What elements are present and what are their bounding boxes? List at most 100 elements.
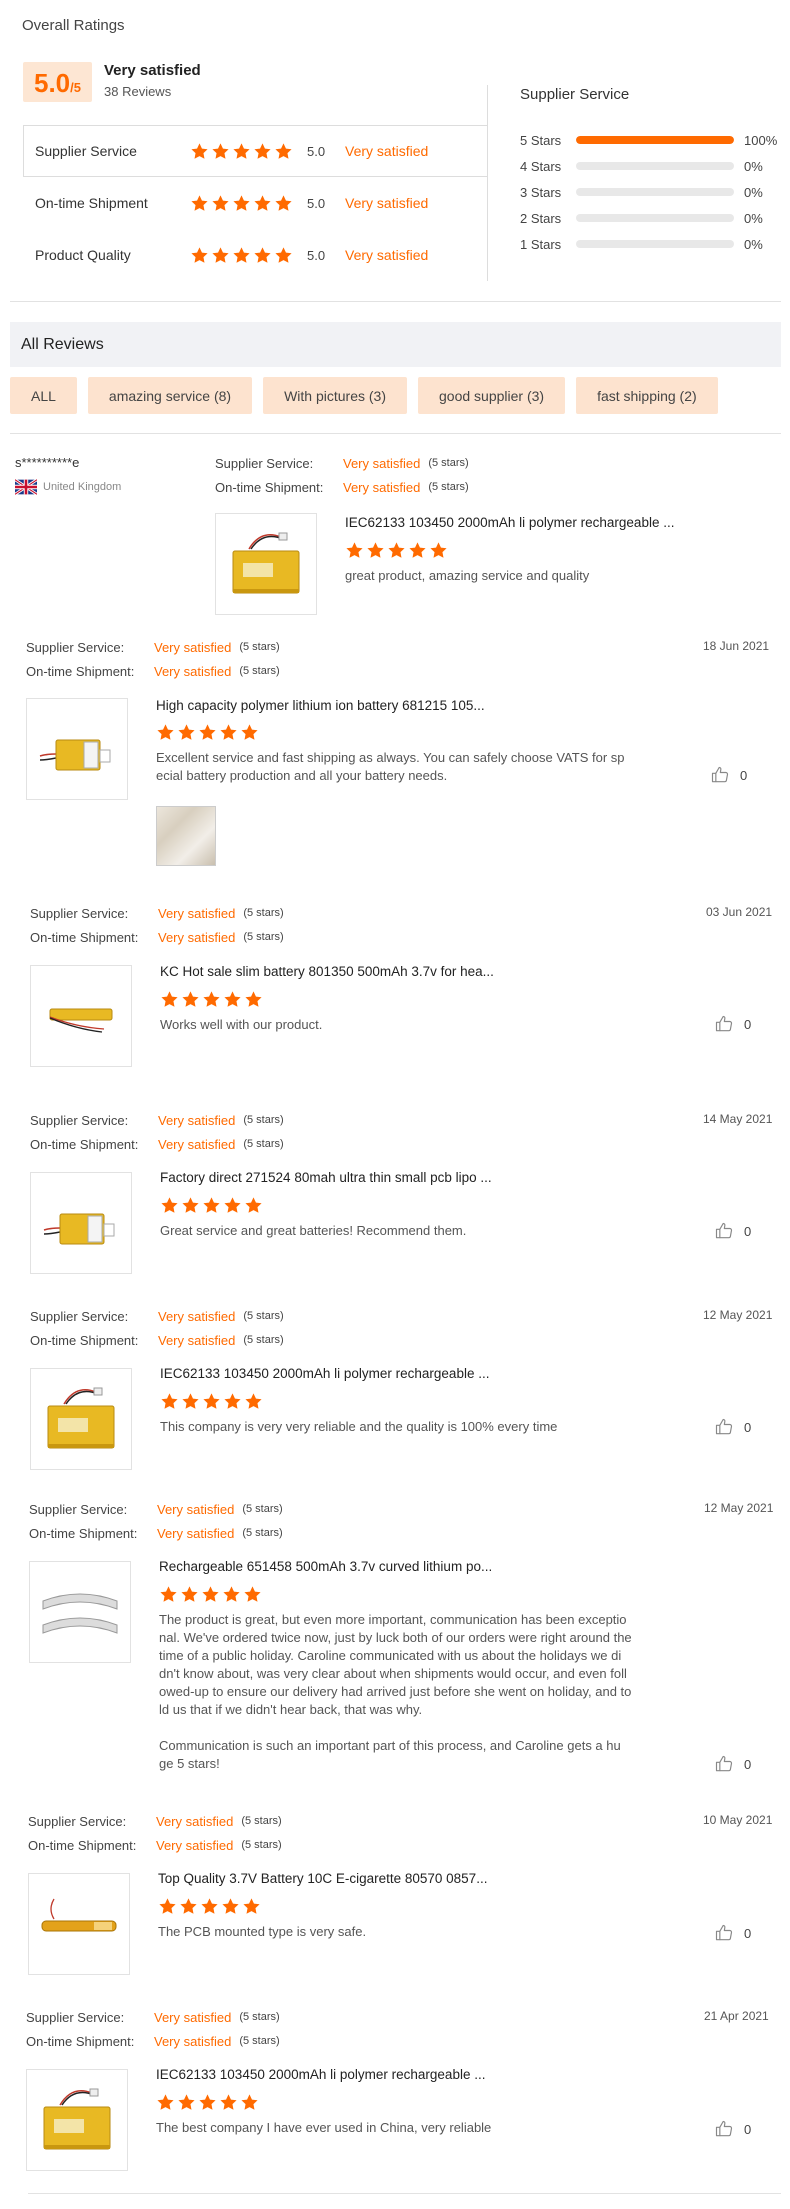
ontime-shipment-label: On-time Shipment: xyxy=(30,1136,139,1152)
review-date: 12 May 2021 xyxy=(704,1501,774,1515)
star-icon xyxy=(198,2093,217,2112)
uk-flag-icon xyxy=(15,479,37,496)
product-title-link[interactable]: Top Quality 3.7V Battery 10C E-cigarette… xyxy=(158,1871,487,1886)
product-title-link[interactable]: IEC62133 103450 2000mAh li polymer recha… xyxy=(160,1366,489,1381)
ontime-shipment-stars: (5 stars) xyxy=(242,1527,283,1539)
review-text-line: dn't know about, was very clear about wh… xyxy=(159,1666,627,1681)
like-button[interactable]: 0 xyxy=(714,1754,751,1774)
review-ratings: Supplier Service: Very satisfied (5 stars)… xyxy=(30,901,284,949)
like-button[interactable]: 0 xyxy=(714,1014,751,1034)
rating-row-ontime-shipment[interactable]: On-time Shipment 5.0 Very satisfied xyxy=(23,177,487,229)
review-date: 18 Jun 2021 xyxy=(703,639,770,653)
supplier-service-value: Very satisfied xyxy=(158,1308,236,1324)
product-thumbnail[interactable] xyxy=(26,2069,128,2171)
star-bar-percent: 0% xyxy=(744,210,763,226)
supplier-service-label: Supplier Service: xyxy=(215,455,314,471)
supplier-service-stars: (5 stars) xyxy=(239,641,280,653)
product-thumbnail[interactable] xyxy=(28,1873,130,1975)
product-thumbnail[interactable] xyxy=(30,965,132,1067)
star-icon xyxy=(244,990,263,1009)
supplier-service-value: Very satisfied xyxy=(157,1501,235,1517)
thumbs-up-icon xyxy=(714,1417,734,1437)
supplier-service-label: Supplier Service: xyxy=(28,1813,127,1829)
star-rating xyxy=(190,246,293,265)
like-count: 0 xyxy=(740,767,748,783)
overall-ratings-title: Overall Ratings xyxy=(22,17,125,34)
category-satisfaction: Very satisfied xyxy=(345,247,429,263)
battery-product-image xyxy=(43,1213,115,1245)
star-icon xyxy=(223,990,242,1009)
review-text: Works well with our product. xyxy=(160,1017,323,1032)
review-photo[interactable] xyxy=(156,806,216,866)
star-icon xyxy=(180,1585,199,1604)
ontime-shipment-label: On-time Shipment: xyxy=(29,1525,138,1541)
star-icon xyxy=(219,723,238,742)
supplier-service-stars: (5 stars) xyxy=(242,1503,283,1515)
star-icon xyxy=(232,194,251,213)
star-bar-label: 4 Stars xyxy=(520,158,562,174)
thumbs-up-icon xyxy=(710,765,730,785)
product-thumbnail[interactable] xyxy=(26,698,128,800)
supplier-service-stars: (5 stars) xyxy=(243,1310,284,1322)
star-icon xyxy=(366,541,385,560)
review-text-line: owed-up to ensure our delivery had arriv… xyxy=(159,1684,632,1699)
product-title-link[interactable]: Factory direct 271524 80mah ultra thin s… xyxy=(160,1170,492,1185)
star-icon xyxy=(200,1897,219,1916)
review-text: great product, amazing service and quali… xyxy=(345,568,590,583)
star-bar-label: 5 Stars xyxy=(520,132,562,148)
filter-good-supplier[interactable]: good supplier (3) xyxy=(418,377,566,414)
product-star-rating xyxy=(158,1897,261,1916)
review-ratings: Supplier Service: Very satisfied (5 stars)… xyxy=(29,1497,283,1545)
product-title-link[interactable]: IEC62133 103450 2000mAh li polymer recha… xyxy=(156,2067,485,2082)
star-icon xyxy=(345,541,364,560)
star-icon xyxy=(253,142,272,161)
star-icon xyxy=(160,990,179,1009)
category-ratings: Supplier Service 5.0 Very satisfied On-t… xyxy=(23,125,487,280)
battery-product-image xyxy=(39,739,111,771)
filter-with-pictures[interactable]: With pictures (3) xyxy=(263,377,407,414)
star-rating xyxy=(190,142,293,161)
reviewer-country: United Kingdom xyxy=(43,481,122,494)
like-button[interactable]: 0 xyxy=(714,1923,751,1943)
review-text-line: The product is great, but even more impo… xyxy=(159,1612,627,1627)
ontime-shipment-label: On-time Shipment: xyxy=(30,929,139,945)
like-button[interactable]: 0 xyxy=(714,1221,751,1241)
star-icon xyxy=(240,2093,259,2112)
star-bar-track xyxy=(576,162,734,170)
star-bar-track xyxy=(576,188,734,196)
review-text-line xyxy=(159,1719,659,1737)
category-label: Product Quality xyxy=(35,247,131,263)
overall-satisfaction: Very satisfied xyxy=(104,62,201,79)
filter-amazing-service[interactable]: amazing service (8) xyxy=(87,377,253,414)
overall-score-suffix: /5 xyxy=(70,80,81,95)
product-title-link[interactable]: KC Hot sale slim battery 801350 500mAh 3… xyxy=(160,964,494,979)
product-title-link[interactable]: IEC62133 103450 2000mAh li polymer recha… xyxy=(345,515,674,530)
star-icon xyxy=(232,142,251,161)
product-thumbnail[interactable] xyxy=(29,1561,131,1663)
product-thumbnail[interactable] xyxy=(30,1172,132,1274)
filter-fast-shipping[interactable]: fast shipping (2) xyxy=(576,377,718,414)
like-button[interactable]: 0 xyxy=(714,1417,751,1437)
thumbs-up-icon xyxy=(714,1014,734,1034)
product-thumbnail[interactable] xyxy=(30,1368,132,1470)
review-ratings: Supplier Service: Very satisfied (5 stars)… xyxy=(215,451,469,499)
product-thumbnail[interactable] xyxy=(215,513,317,615)
supplier-service-label: Supplier Service: xyxy=(30,1112,129,1128)
rating-row-product-quality[interactable]: Product Quality 5.0 Very satisfied xyxy=(23,229,487,281)
review-text: Great service and great batteries! Recom… xyxy=(160,1223,467,1238)
star-icon xyxy=(156,723,175,742)
like-button[interactable]: 0 xyxy=(714,2119,751,2139)
supplier-service-label: Supplier Service: xyxy=(29,1501,128,1517)
ontime-shipment-value: Very satisfied xyxy=(156,1837,234,1853)
like-count: 0 xyxy=(744,1925,752,1941)
product-title-link[interactable]: Rechargeable 651458 500mAh 3.7v curved l… xyxy=(159,1559,492,1574)
star-bar-percent: 0% xyxy=(744,184,763,200)
product-title-link[interactable]: High capacity polymer lithium ion batter… xyxy=(156,698,485,713)
like-button[interactable]: 0 xyxy=(710,765,747,785)
rating-row-supplier-service[interactable]: Supplier Service 5.0 Very satisfied xyxy=(23,125,487,177)
battery-product-image xyxy=(43,2088,111,2150)
star-icon xyxy=(177,2093,196,2112)
star-icon xyxy=(253,194,272,213)
supplier-service-label: Supplier Service: xyxy=(26,639,125,655)
filter-all[interactable]: ALL xyxy=(10,377,77,414)
